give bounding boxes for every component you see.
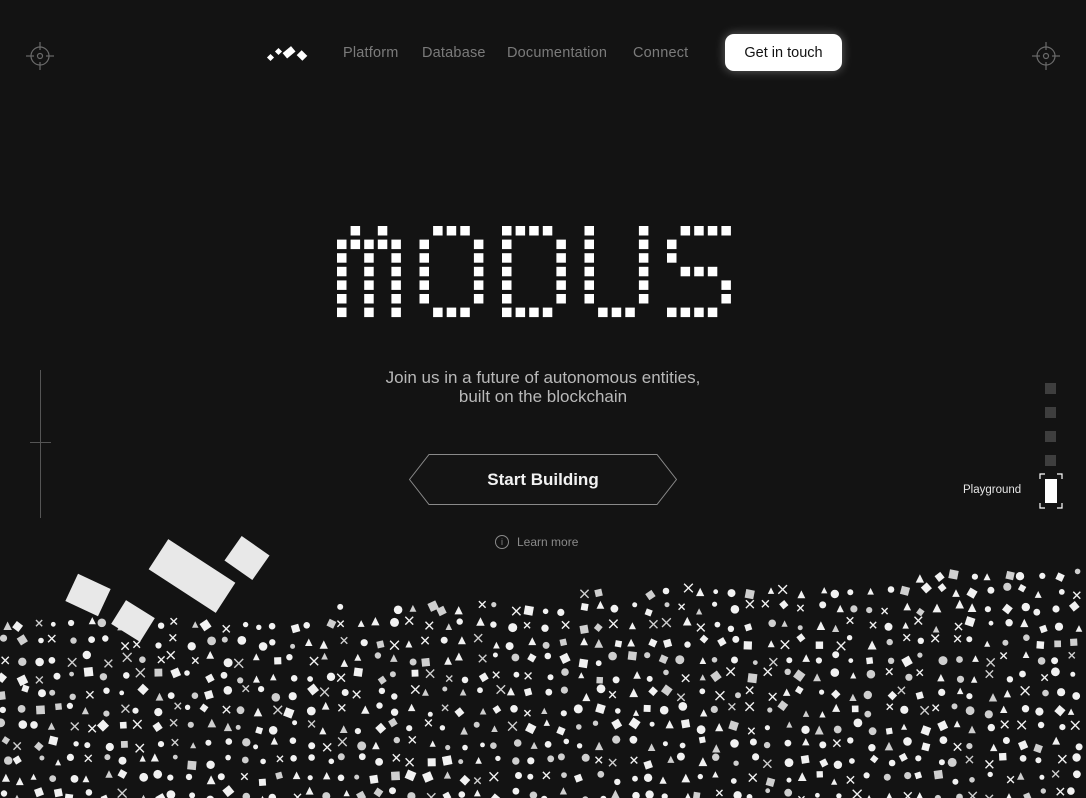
side-nav-dot[interactable]	[1045, 407, 1056, 418]
logo-mark[interactable]	[266, 42, 312, 64]
crosshair-icon	[1032, 42, 1060, 70]
start-building-label: Start Building	[487, 469, 599, 489]
side-nav-dot[interactable]	[1045, 383, 1056, 394]
particle-field	[0, 535, 1083, 798]
nav-link-documentation[interactable]: Documentation	[507, 45, 607, 61]
hero-logotype	[337, 226, 731, 318]
nav-link-database[interactable]: Database	[422, 45, 486, 61]
nav-link-platform[interactable]: Platform	[343, 45, 399, 61]
nav-link-connect[interactable]: Connect	[633, 45, 688, 61]
side-nav-active-label: Playground	[963, 484, 1022, 496]
scroll-track	[40, 370, 41, 518]
side-nav-dot[interactable]	[1045, 455, 1056, 466]
get-in-touch-button[interactable]: Get in touch	[725, 34, 842, 71]
tagline-line-2: built on the blockchain	[458, 387, 628, 406]
side-nav-active-marker[interactable]	[1039, 473, 1063, 509]
start-building-button[interactable]: Start Building	[409, 454, 677, 505]
crosshair-icon	[26, 42, 54, 70]
top-nav: Platform Database Documentation Connect …	[0, 34, 1086, 72]
tagline-line-1: Join us in a future of autonomous entiti…	[385, 368, 701, 387]
scroll-indicator[interactable]	[30, 442, 51, 443]
side-nav-dot[interactable]	[1045, 431, 1056, 442]
hero-tagline: Join us in a future of autonomous entiti…	[343, 368, 743, 406]
